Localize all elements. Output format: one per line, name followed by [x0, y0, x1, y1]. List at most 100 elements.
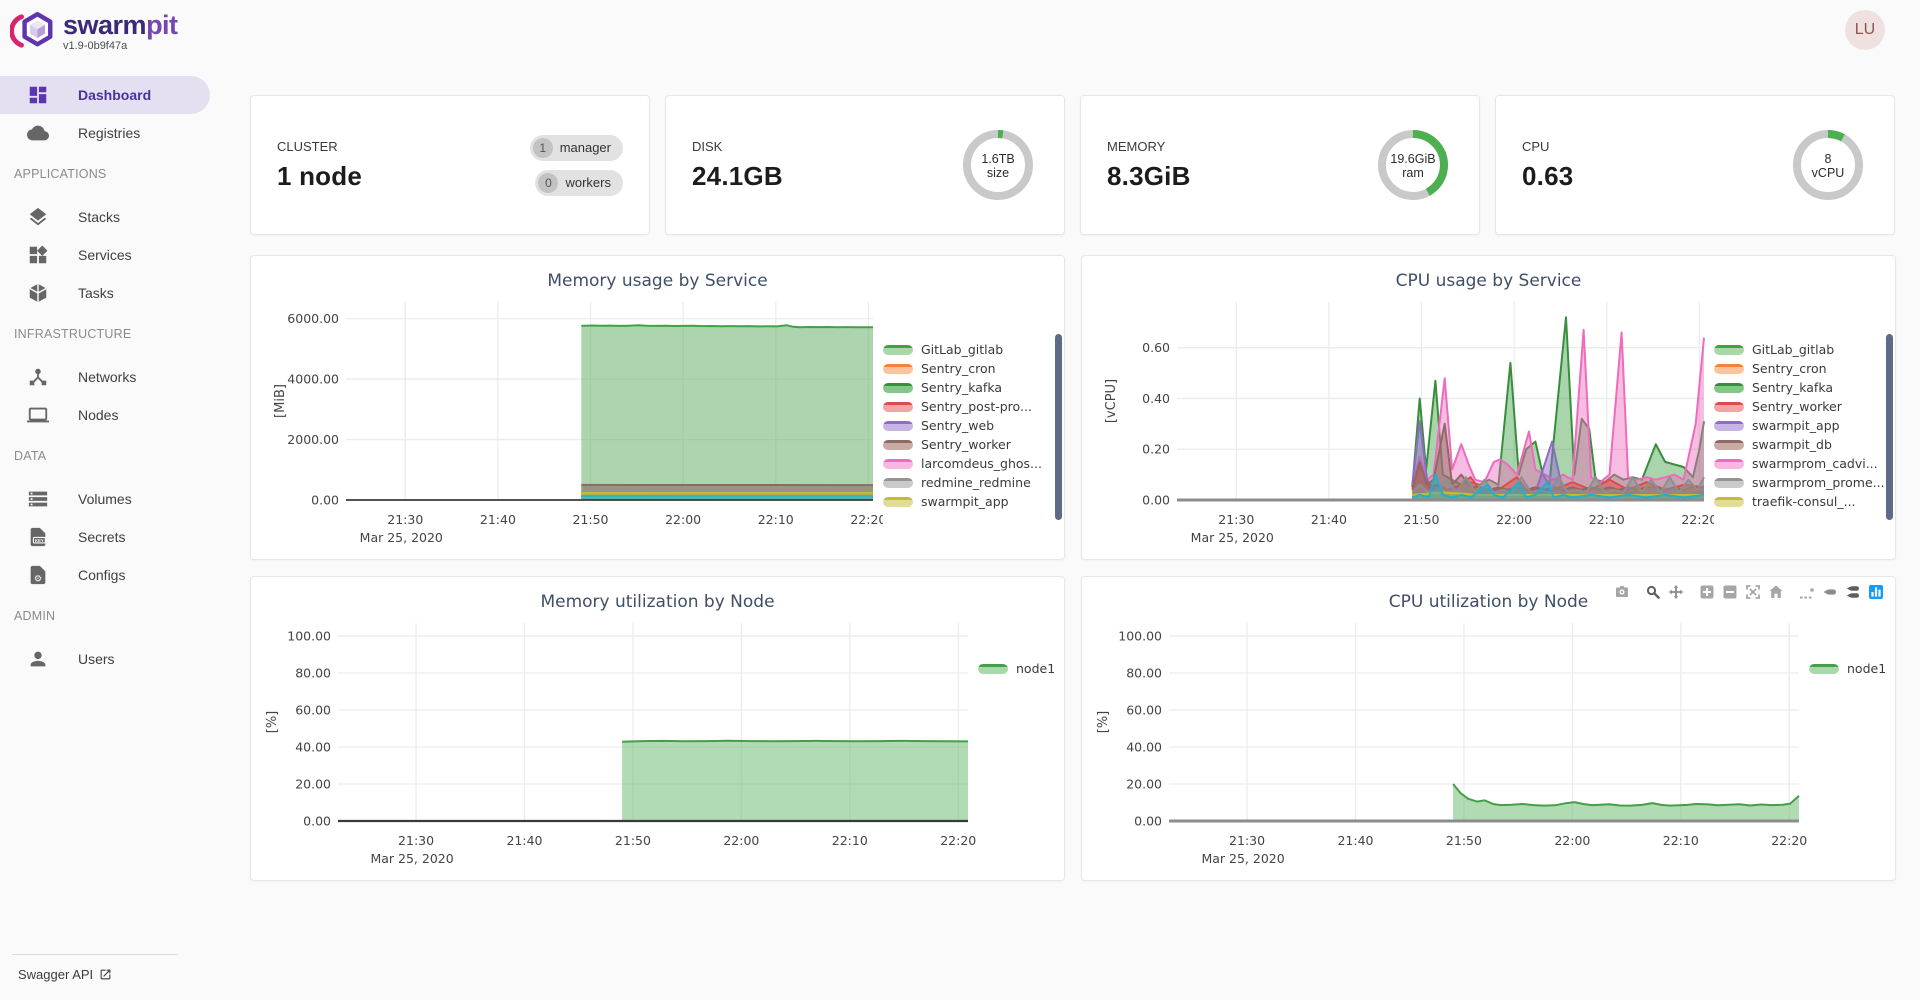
- legend-item[interactable]: Sentry_worker: [1714, 397, 1895, 416]
- legend-item[interactable]: node1: [978, 659, 1064, 678]
- hover-compare-icon[interactable]: [1846, 585, 1860, 599]
- legend-label: Sentry_web: [921, 418, 994, 433]
- legend-swatch: [1714, 497, 1744, 507]
- legend-swatch: [1714, 402, 1744, 412]
- sidebar-item-registries[interactable]: Registries: [0, 114, 222, 152]
- sidebar-item-services[interactable]: Services: [0, 236, 222, 274]
- legend-item[interactable]: swarmprom_cadvi...: [1714, 454, 1895, 473]
- x-tick-label: 21:30: [387, 512, 423, 527]
- x-tick-label: 21:50: [572, 512, 608, 527]
- sidebar-item-volumes[interactable]: Volumes: [0, 480, 222, 518]
- x-tick-label: 21:30: [1229, 833, 1265, 848]
- chip-count: 1: [533, 138, 553, 158]
- y-tick-label: 4000.00: [287, 372, 339, 387]
- legend-item[interactable]: swarmprom_prome...: [1714, 473, 1895, 492]
- legend-swatch: [883, 402, 913, 412]
- plot-area[interactable]: 0.0020.0040.0060.0080.00100.0021:3021:40…: [1082, 615, 1809, 867]
- sidebar: swarmpit v1.9-0b9f47a Dashboard Registri…: [0, 0, 222, 1000]
- plot-area[interactable]: 0.002000.004000.006000.0021:3021:4021:50…: [251, 294, 883, 546]
- sidebar-item-secrets[interactable]: KEY Secrets: [0, 518, 222, 556]
- hover-closest-icon[interactable]: [1823, 585, 1837, 599]
- x-axis-date-label: Mar 25, 2020: [1191, 530, 1274, 545]
- legend-swatch: [883, 440, 913, 450]
- legend-swatch: [883, 497, 913, 507]
- memory-utilization-by-node-chart: Memory utilization by Node 0.0020.0040.0…: [250, 576, 1065, 881]
- legend-item[interactable]: Sentry_post-pro...: [883, 397, 1064, 416]
- zoom-in-icon[interactable]: [1700, 585, 1714, 599]
- y-tick-label: 0.00: [1134, 814, 1162, 829]
- y-tick-label: 80.00: [1126, 665, 1162, 680]
- legend-item[interactable]: swarmpit_app: [883, 492, 1064, 511]
- autoscale-icon[interactable]: [1746, 585, 1760, 599]
- sidebar-item-tasks[interactable]: Tasks: [0, 274, 222, 312]
- sidebar-item-label: Secrets: [78, 529, 125, 545]
- legend-item[interactable]: GitLab_gitlab: [883, 340, 1064, 359]
- legend-item[interactable]: GitLab_gitlab: [1714, 340, 1895, 359]
- legend-item[interactable]: Sentry_cron: [1714, 359, 1895, 378]
- sidebar-item-nodes[interactable]: Nodes: [0, 396, 222, 434]
- app-logo: swarmpit v1.9-0b9f47a: [0, 0, 222, 52]
- legend-item[interactable]: Sentry_cron: [883, 359, 1064, 378]
- plotly-modebar: [1606, 585, 1883, 599]
- swagger-api-link[interactable]: Swagger API: [18, 967, 112, 982]
- legend-item[interactable]: node1: [1809, 659, 1895, 678]
- x-tick-label: 22:00: [1496, 512, 1532, 527]
- chart-legend: node1: [1809, 615, 1895, 867]
- x-tick-label: 21:50: [1446, 833, 1482, 848]
- plot-area[interactable]: 0.0020.0040.0060.0080.00100.0021:3021:40…: [251, 615, 978, 867]
- user-avatar[interactable]: LU: [1845, 10, 1885, 50]
- x-tick-label: 21:40: [506, 833, 542, 848]
- legend-scrollbar[interactable]: [1886, 334, 1893, 520]
- sidebar-item-networks[interactable]: Networks: [0, 358, 222, 396]
- plot-area[interactable]: 0.000.200.400.6021:3021:4021:5022:0022:1…: [1082, 294, 1714, 546]
- download-plot-icon[interactable]: [1615, 585, 1629, 599]
- svg-text:1.6TB: 1.6TB: [981, 152, 1014, 166]
- x-tick-label: 21:30: [398, 833, 434, 848]
- legend-label: traefik-consul_...: [1752, 494, 1856, 509]
- legend-swatch: [883, 364, 913, 374]
- person-icon: [27, 648, 49, 670]
- legend-label: redmine_redmine: [921, 475, 1031, 490]
- legend-label: Sentry_worker: [1752, 399, 1842, 414]
- secret-file-key-icon: KEY: [27, 526, 49, 548]
- sidebar-item-configs[interactable]: ⚙ Configs: [0, 556, 222, 594]
- legend-item[interactable]: Sentry_worker: [883, 435, 1064, 454]
- legend-item[interactable]: swarmpit_app: [1714, 416, 1895, 435]
- legend-label: swarmprom_cadvi...: [1752, 456, 1878, 471]
- sidebar-item-users[interactable]: Users: [0, 640, 222, 678]
- legend-item[interactable]: Sentry_kafka: [883, 378, 1064, 397]
- stat-label: DISK: [692, 139, 783, 154]
- legend-swatch: [883, 383, 913, 393]
- legend-label: GitLab_gitlab: [1752, 342, 1834, 357]
- sidebar-item-dashboard[interactable]: Dashboard: [0, 76, 210, 114]
- legend-scrollbar[interactable]: [1055, 334, 1062, 520]
- legend-item[interactable]: redmine_redmine: [883, 473, 1064, 492]
- toggle-spikelines-icon[interactable]: [1800, 585, 1814, 599]
- memory-card: MEMORY 8.3GiB 19.6GiBram: [1080, 95, 1480, 235]
- plotly-logo-icon[interactable]: [1869, 585, 1883, 599]
- network-hub-icon: [27, 366, 49, 388]
- zoom-out-icon[interactable]: [1723, 585, 1737, 599]
- x-tick-label: 22:10: [1663, 833, 1699, 848]
- stat-value: 24.1GB: [692, 161, 783, 192]
- x-axis-date-label: Mar 25, 2020: [360, 530, 443, 545]
- chart-legend: node1: [978, 615, 1064, 867]
- y-tick-label: 40.00: [295, 739, 331, 754]
- legend-item[interactable]: Sentry_web: [883, 416, 1064, 435]
- legend-item[interactable]: Sentry_kafka: [1714, 378, 1895, 397]
- series-line-node1: [1453, 784, 1799, 806]
- pan-icon[interactable]: [1669, 585, 1683, 599]
- legend-swatch: [883, 421, 913, 431]
- y-tick-label: 60.00: [295, 702, 331, 717]
- sidebar-item-label: Dashboard: [78, 87, 151, 103]
- zoom-icon[interactable]: [1646, 585, 1660, 599]
- legend-label: node1: [1016, 661, 1055, 676]
- x-tick-label: 22:10: [1589, 512, 1625, 527]
- legend-item[interactable]: larcomdeus_ghos...: [883, 454, 1064, 473]
- legend-item[interactable]: swarmpit_db: [1714, 435, 1895, 454]
- legend-item[interactable]: traefik-consul_...: [1714, 492, 1895, 511]
- reset-axes-home-icon[interactable]: [1769, 585, 1783, 599]
- y-tick-label: 100.00: [287, 628, 331, 643]
- sidebar-item-stacks[interactable]: Stacks: [0, 198, 222, 236]
- series-area-GitLab_gitlab: [581, 325, 873, 500]
